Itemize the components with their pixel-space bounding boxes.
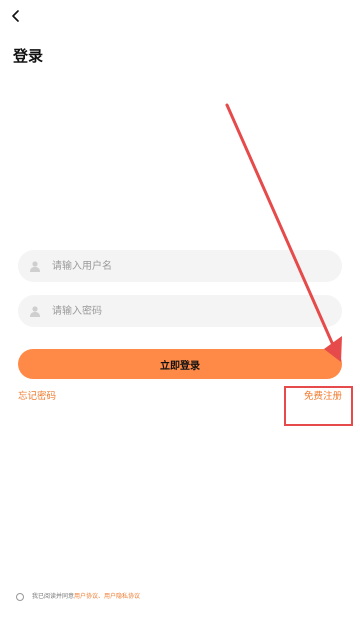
agreement-radio[interactable]	[16, 593, 24, 601]
username-field[interactable]	[18, 250, 342, 282]
password-input[interactable]	[52, 295, 342, 327]
back-button[interactable]	[6, 6, 26, 26]
agreement-prefix: 我已阅读并同意	[32, 593, 75, 600]
username-input[interactable]	[52, 250, 342, 282]
forgot-password-link[interactable]: 忘记密码	[18, 390, 56, 404]
user-icon	[28, 304, 42, 318]
chevron-left-icon	[11, 7, 21, 26]
login-button[interactable]: 立即登录	[18, 349, 342, 379]
agreement-row: 我已阅读并同意 用户协议 、 用户隐私协议	[16, 592, 140, 602]
password-field[interactable]	[18, 295, 342, 327]
user-icon	[28, 259, 42, 273]
page-title: 登录	[13, 47, 44, 65]
privacy-agreement-link[interactable]: 用户隐私协议	[104, 592, 140, 602]
user-agreement-link[interactable]: 用户协议	[74, 592, 98, 602]
register-link[interactable]: 免费注册	[304, 390, 342, 404]
